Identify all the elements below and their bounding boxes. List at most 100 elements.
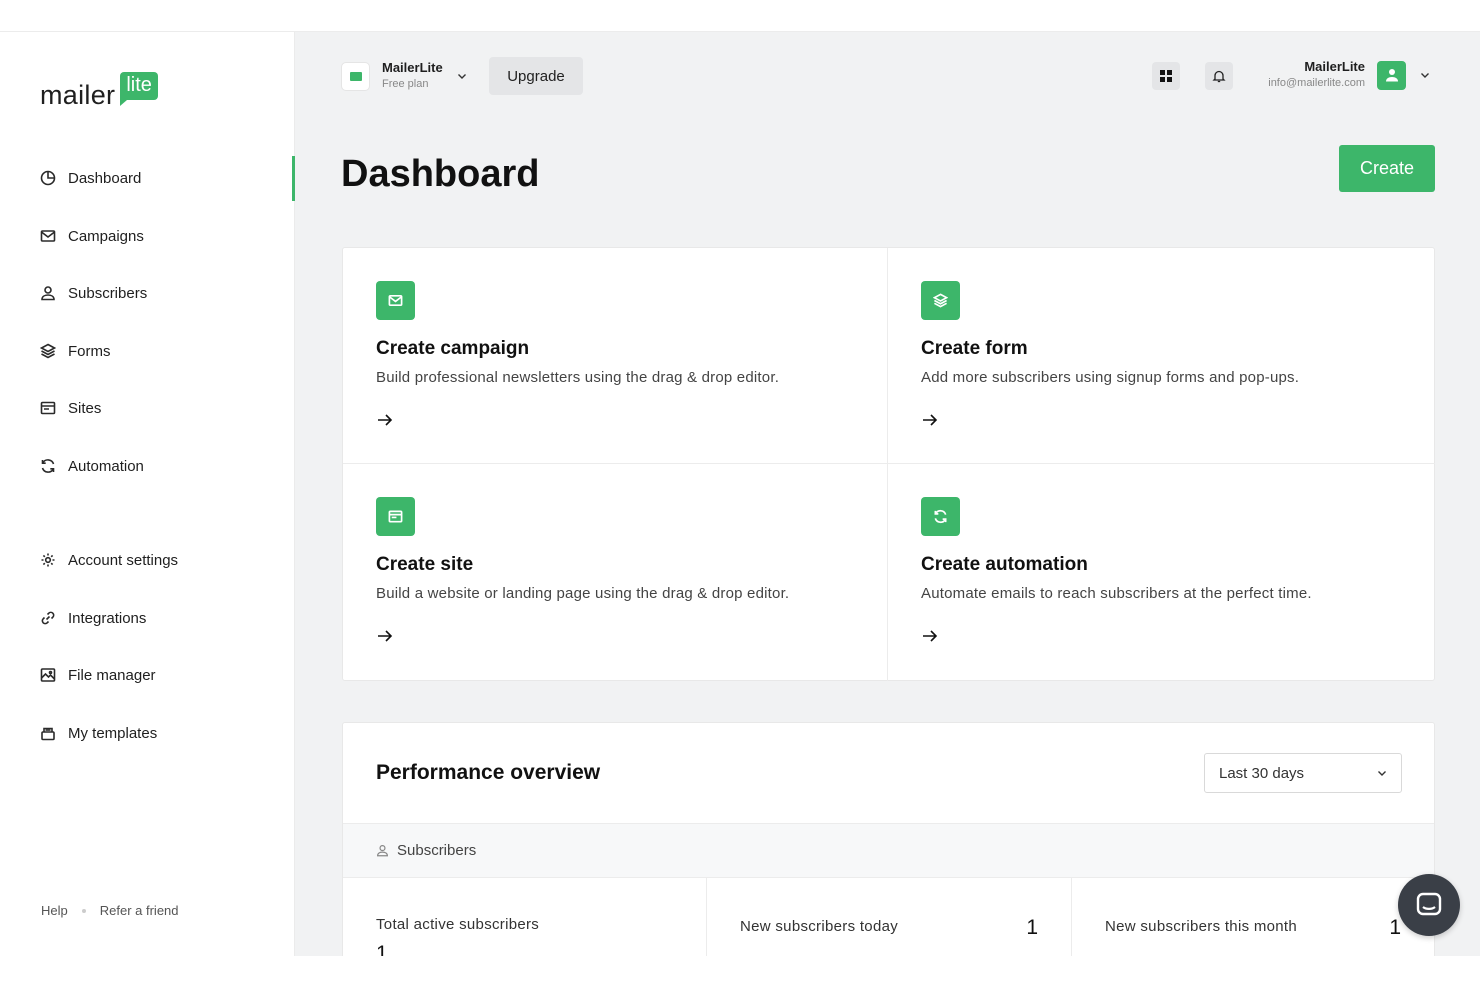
stat-value: 1: [1389, 916, 1401, 939]
quick-actions-grid: Create campaign Build professional newsl…: [342, 247, 1435, 681]
refresh-icon: [41, 459, 55, 473]
user-avatar-icon: [1385, 69, 1398, 82]
sidebar-footer: Help Refer a friend: [41, 903, 179, 918]
stat-new-this-month: New subscribers this month 1: [1072, 878, 1434, 956]
arrow-right-icon[interactable]: [921, 411, 939, 429]
apps-button[interactable]: [1152, 62, 1180, 90]
user-name: MailerLite: [1304, 59, 1365, 74]
template-icon: [41, 727, 55, 741]
card-description: Build a website or landing page using th…: [376, 585, 790, 602]
sidebar-item-dashboard[interactable]: Dashboard: [40, 167, 141, 189]
mailerlite-logo[interactable]: mailer lite: [40, 72, 158, 111]
avatar: [1377, 60, 1406, 90]
card-title: Create site: [376, 554, 474, 575]
sidebar-item-account-settings[interactable]: Account settings: [40, 549, 178, 571]
user-email: info@mailerlite.com: [1268, 77, 1365, 89]
performance-title: Performance overview: [376, 761, 601, 784]
sidebar-item-label: My templates: [68, 724, 158, 742]
chevron-down-icon: [1378, 771, 1386, 776]
grid-icon: [1160, 70, 1172, 82]
subscribers-section-header: Subscribers: [343, 823, 1434, 878]
sidebar-item-label: Campaigns: [68, 227, 144, 245]
stat-label: Total active subscribers: [376, 916, 540, 933]
account-name: MailerLite: [382, 60, 443, 75]
arrow-right-icon[interactable]: [376, 411, 394, 429]
card-icon-box: [376, 281, 415, 320]
card-description: Automate emails to reach subscribers at …: [921, 585, 1312, 602]
notifications-button[interactable]: [1205, 62, 1233, 90]
active-indicator: [292, 156, 295, 201]
sidebar-item-integrations[interactable]: Integrations: [40, 607, 146, 629]
account-plan: Free plan: [382, 78, 429, 90]
sidebar-item-sites[interactable]: Sites: [40, 397, 101, 419]
stat-value: 1: [1026, 916, 1038, 939]
bell-icon: [1212, 70, 1226, 83]
card-icon-box: [921, 497, 960, 536]
card-icon-box: [376, 497, 415, 536]
sidebar-item-label: Automation: [68, 457, 144, 475]
layers-icon: [933, 293, 948, 308]
sidebar-item-campaigns[interactable]: Campaigns: [40, 225, 144, 247]
layers-icon: [40, 343, 56, 359]
refer-a-friend-link[interactable]: Refer a friend: [100, 903, 179, 918]
sidebar-item-subscribers[interactable]: Subscribers: [40, 282, 147, 304]
card-title: Create automation: [921, 554, 1088, 575]
create-button[interactable]: Create: [1339, 145, 1435, 192]
stat-value: 1: [376, 942, 388, 956]
browser-icon: [40, 401, 56, 415]
chat-icon: [1416, 892, 1442, 916]
sidebar-item-label: Account settings: [68, 551, 179, 569]
date-range-value: Last 30 days: [1219, 764, 1305, 782]
arrow-right-icon[interactable]: [921, 627, 939, 645]
create-automation-card[interactable]: Create automation Automate emails to rea…: [888, 464, 1435, 681]
performance-overview: Performance overview Last 30 days Subscr…: [342, 722, 1435, 956]
sidebar-item-automation[interactable]: Automation: [40, 455, 144, 477]
card-icon-box: [921, 281, 960, 320]
image-icon: [40, 668, 56, 682]
sidebar-item-label: Sites: [68, 399, 102, 417]
browser-icon: [388, 510, 403, 523]
arrow-right-icon[interactable]: [376, 627, 394, 645]
sidebar-item-label: Subscribers: [68, 284, 148, 302]
card-title: Create form: [921, 338, 1028, 359]
sidebar-item-forms[interactable]: Forms: [40, 340, 111, 362]
sidebar-item-label: Dashboard: [68, 169, 142, 187]
sidebar-item-file-manager[interactable]: File manager: [40, 664, 156, 686]
upgrade-button[interactable]: Upgrade: [489, 57, 583, 95]
create-campaign-card[interactable]: Create campaign Build professional newsl…: [343, 248, 888, 464]
link-icon: [41, 611, 55, 625]
logo-word: mailer: [40, 80, 116, 110]
help-link[interactable]: Help: [41, 903, 68, 918]
card-description: Add more subscribers using signup forms …: [921, 369, 1300, 386]
app-window: mailer lite Dashboard Campaigns Subscrib…: [0, 31, 1480, 956]
separator-dot: [81, 908, 86, 913]
sidebar-item-label: Forms: [68, 342, 111, 360]
refresh-icon: [934, 509, 947, 524]
sidebar-item-label: Integrations: [68, 609, 147, 627]
date-range-select[interactable]: Last 30 days: [1204, 753, 1402, 793]
section-label: Subscribers: [397, 842, 477, 859]
user-icon: [41, 286, 55, 301]
card-description: Build professional newsletters using the…: [376, 369, 780, 386]
card-title: Create campaign: [376, 338, 530, 359]
chat-launcher-button[interactable]: [1398, 874, 1460, 936]
account-switcher[interactable]: MailerLite Free plan: [341, 60, 467, 92]
logo-badge: lite: [120, 72, 158, 106]
chevron-down-icon: [457, 74, 466, 79]
account-icon: [341, 61, 370, 91]
envelope-icon: [388, 294, 403, 307]
dashboard-icon: [40, 170, 56, 186]
user-icon: [377, 845, 388, 857]
stat-new-today: New subscribers today 1: [707, 878, 1072, 956]
stat-label: New subscribers this month: [1105, 918, 1298, 935]
stat-label: New subscribers today: [740, 918, 899, 935]
page-title: Dashboard: [341, 153, 540, 195]
create-form-card[interactable]: Create form Add more subscribers using s…: [888, 248, 1435, 464]
sidebar-item-label: File manager: [68, 666, 156, 684]
gear-icon: [41, 553, 55, 567]
create-site-card[interactable]: Create site Build a website or landing p…: [343, 464, 888, 681]
user-menu[interactable]: MailerLite info@mailerlite.com: [1268, 59, 1430, 91]
stat-total-active: Total active subscribers 1: [343, 878, 707, 956]
sidebar-item-my-templates[interactable]: My templates: [40, 722, 157, 744]
envelope-icon: [40, 230, 56, 242]
